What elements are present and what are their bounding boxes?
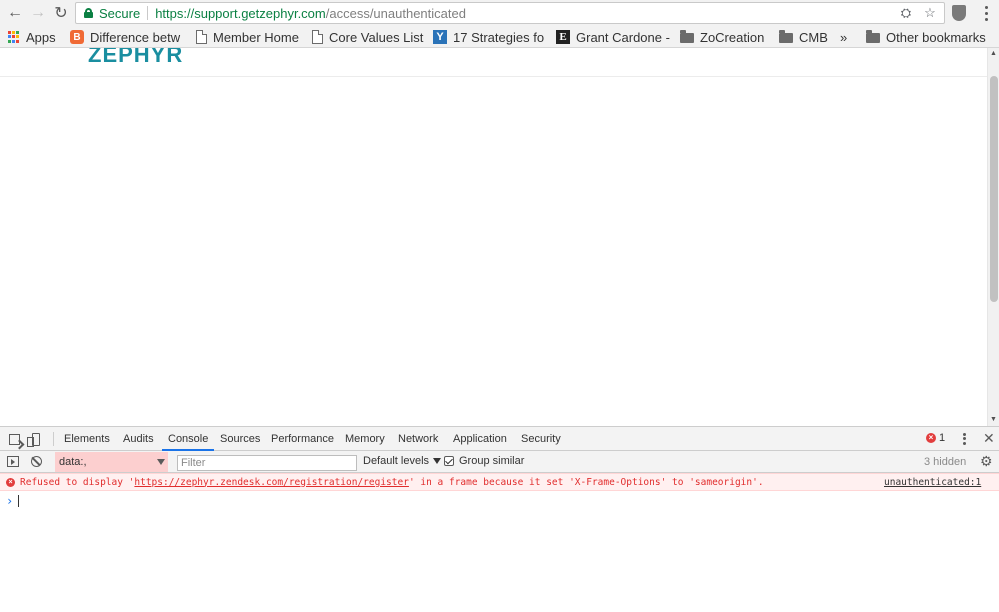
inspect-element-icon[interactable] — [6, 431, 22, 447]
hidden-count: 3 hidden — [924, 456, 967, 468]
browser-menu-icon[interactable] — [979, 4, 993, 22]
chevron-double-icon: » — [840, 29, 848, 45]
error-suffix: ' in a frame because it set 'X-Frame-Opt… — [408, 476, 764, 488]
group-similar-label: Group similar — [459, 455, 525, 467]
bookmark-label: Grant Cardone - — [576, 29, 670, 45]
bookmark-grant-cardone[interactable]: E Grant Cardone - — [556, 28, 670, 46]
url-path: /access/unauthenticated — [325, 5, 466, 21]
dropdown-arrow-icon — [157, 459, 165, 465]
site-header: ZEPHYR — [0, 48, 987, 77]
tab-console[interactable]: Console — [162, 427, 215, 451]
error-prefix: Refused to display ' — [20, 476, 135, 488]
tab-security[interactable]: Security — [521, 427, 561, 451]
bookmark-label: Difference betw — [90, 29, 181, 45]
group-similar-checkbox[interactable] — [444, 456, 454, 466]
folder-icon — [680, 30, 694, 43]
bookmark-difference[interactable]: B Difference betw — [70, 28, 180, 46]
error-counter[interactable]: × 1 — [926, 432, 945, 444]
bookmarks-bar: Apps B Difference betw Member Home Core … — [0, 26, 999, 48]
scroll-up-arrow-icon[interactable]: ▲ — [988, 50, 999, 58]
bookmarks-overflow-button[interactable]: » — [840, 28, 847, 46]
secure-label: Secure — [99, 5, 141, 21]
tab-sources[interactable]: Sources — [220, 427, 260, 451]
apps-grid-icon — [8, 31, 20, 43]
bookmark-member-home[interactable]: Member Home — [196, 28, 299, 46]
star-icon[interactable]: ☆ — [922, 5, 938, 21]
filter-input[interactable] — [177, 455, 357, 471]
tab-application[interactable]: Application — [453, 427, 507, 451]
console-error-message: × Refused to display 'https://zephyr.zen… — [0, 473, 999, 491]
bookmark-other[interactable]: Other bookmarks — [866, 28, 986, 46]
group-similar-toggle[interactable]: Group similar — [444, 455, 524, 467]
context-select[interactable]: data:, — [55, 452, 168, 472]
y-icon: Y — [433, 30, 447, 44]
scroll-down-arrow-icon[interactable]: ▼ — [988, 416, 999, 424]
zephyr-logo[interactable]: ZEPHYR — [88, 48, 183, 68]
devtools-panel: Elements Audits Console Sources Performa… — [0, 426, 999, 612]
address-bar[interactable]: Secure https://support.getzephyr.com/acc… — [75, 2, 945, 24]
gear-icon[interactable]: ⚙ — [980, 454, 993, 468]
shield-extension-icon[interactable] — [952, 5, 966, 21]
bookmark-label: Other bookmarks — [886, 29, 986, 45]
device-toolbar-icon[interactable] — [26, 431, 42, 447]
devtools-menu-icon[interactable] — [961, 432, 967, 446]
tab-elements[interactable]: Elements — [64, 427, 110, 451]
close-icon[interactable]: ✕ — [983, 430, 995, 447]
error-source-link[interactable]: unauthenticated:1 — [884, 477, 981, 488]
error-text: Refused to display 'https://zephyr.zende… — [20, 477, 764, 488]
bookmark-label: Apps — [26, 29, 56, 45]
tab-audits[interactable]: Audits — [123, 427, 154, 451]
log-levels-dropdown[interactable]: Default levels — [363, 455, 442, 467]
bookmark-label: Member Home — [213, 29, 299, 45]
bookmark-label: Core Values List — [329, 29, 424, 45]
console-sidebar-icon[interactable] — [7, 456, 19, 467]
lock-icon — [84, 8, 93, 18]
forward-arrow-icon[interactable]: → — [28, 3, 48, 23]
dropdown-arrow-icon — [433, 458, 442, 464]
error-url-link[interactable]: https://zephyr.zendesk.com/registration/… — [134, 477, 409, 488]
page-icon — [196, 30, 207, 44]
devtools-tab-bar: Elements Audits Console Sources Performa… — [0, 427, 999, 451]
blogger-icon: B — [70, 30, 84, 44]
url-host: https://support.getzephyr.com — [155, 5, 326, 21]
back-arrow-icon[interactable]: ← — [5, 3, 25, 23]
folder-icon — [779, 30, 793, 43]
bookmark-label: ZoCreation — [700, 29, 765, 45]
reload-icon[interactable]: ↻ — [51, 3, 71, 23]
bookmark-17-strategies[interactable]: Y 17 Strategies fo — [433, 28, 544, 46]
tab-performance[interactable]: Performance — [271, 427, 334, 451]
bookmark-label: 17 Strategies fo — [453, 29, 545, 45]
levels-label: Default levels — [363, 455, 430, 467]
browser-toolbar: ← → ↻ Secure https://support.getzephyr.c… — [0, 0, 999, 26]
e-icon: E — [556, 30, 570, 44]
text-cursor — [18, 495, 20, 507]
tab-memory[interactable]: Memory — [345, 427, 385, 451]
tab-network[interactable]: Network — [398, 427, 438, 451]
error-icon: × — [6, 477, 15, 487]
translate-icon[interactable]: ⛭ — [898, 5, 914, 21]
prompt-chevron-icon: › — [6, 494, 14, 508]
context-value: data:, — [59, 456, 87, 468]
scroll-thumb[interactable] — [990, 76, 998, 302]
bookmark-zocreation[interactable]: ZoCreation — [680, 28, 764, 46]
folder-icon — [866, 30, 880, 43]
page-scrollbar[interactable]: ▲ ▼ — [987, 48, 999, 426]
omnibox-divider — [147, 6, 149, 20]
error-count: 1 — [939, 432, 946, 444]
page-viewport: ZEPHYR — [0, 48, 987, 426]
tab-divider — [53, 432, 54, 446]
clear-console-icon[interactable] — [31, 456, 42, 467]
error-icon: × — [926, 433, 936, 443]
console-toolbar: data:, Default levels Group similar 3 hi… — [0, 451, 999, 473]
bookmark-core-values[interactable]: Core Values List — [312, 28, 423, 46]
bookmark-label: CMB — [799, 29, 828, 45]
bookmark-cmb[interactable]: CMB — [779, 28, 828, 46]
console-prompt[interactable]: › — [0, 492, 999, 510]
page-icon — [312, 30, 323, 44]
bookmark-apps[interactable]: Apps — [8, 28, 56, 46]
